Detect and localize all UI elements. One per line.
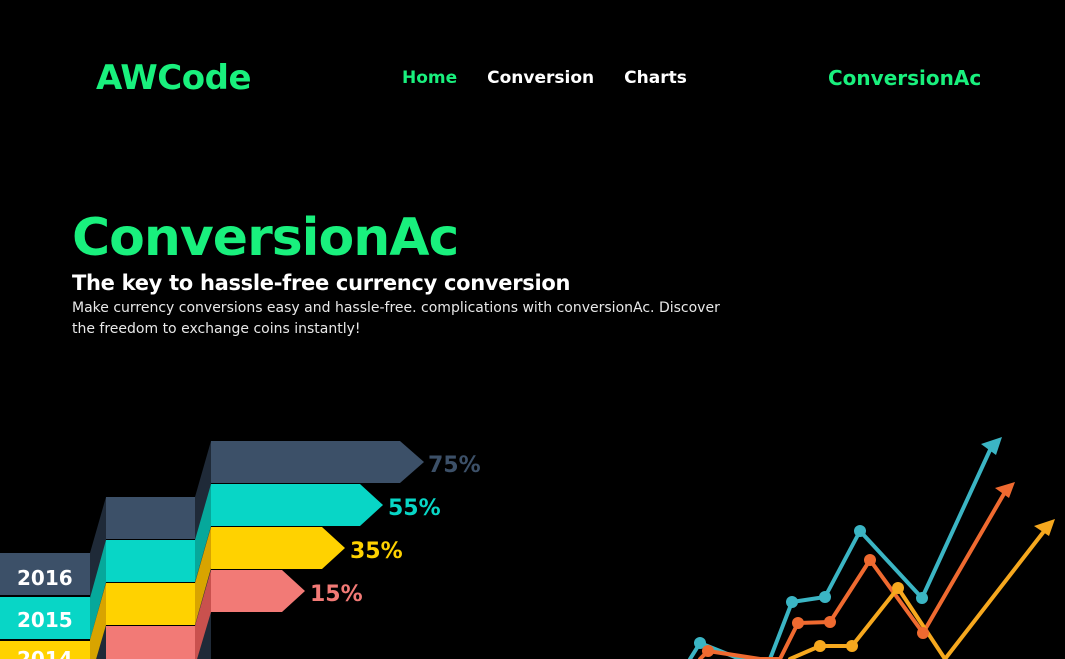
year-label-2016: 2016: [17, 566, 73, 590]
percent-label-35: 35%: [350, 539, 403, 564]
trend-points: [694, 525, 929, 657]
page: AWCode Home Conversion Charts Conversion…: [0, 0, 1065, 659]
arrow-75: [211, 441, 424, 483]
arrow-stack: 75% 55% 35% 15%: [195, 441, 481, 659]
percent-label-75: 75%: [428, 453, 481, 478]
main-nav: Home Conversion Charts: [402, 68, 687, 88]
year-label-2015: 2015: [17, 608, 73, 632]
hero-title: ConversionAc: [72, 208, 459, 268]
nav-home[interactable]: Home: [402, 68, 457, 88]
arrow-35: [211, 527, 345, 569]
hero-subtitle: The key to hassle-free currency conversi…: [72, 271, 571, 295]
teal-trend-line: [688, 448, 992, 659]
brand-link[interactable]: ConversionAc: [828, 66, 981, 90]
arrow-15: [211, 570, 305, 612]
trend-lines: [688, 437, 1055, 659]
year-stack: 2016 2015 2014: [0, 553, 90, 659]
hero-description: Make currency conversions easy and hassl…: [72, 300, 720, 337]
teal-arrow-head-icon: [981, 437, 1002, 455]
nav-conversion[interactable]: Conversion: [487, 68, 594, 88]
nav-charts[interactable]: Charts: [624, 68, 687, 88]
percent-label-15: 15%: [310, 582, 363, 607]
percent-label-55: 55%: [388, 496, 441, 521]
logo[interactable]: AWCode: [96, 58, 252, 98]
year-label-2014: 2014: [17, 647, 73, 659]
arrow-55: [211, 484, 383, 526]
middle-stack: [90, 497, 195, 659]
growth-illustration: 2016 2015 2014 75% 55% 35% 15%: [0, 437, 1055, 659]
